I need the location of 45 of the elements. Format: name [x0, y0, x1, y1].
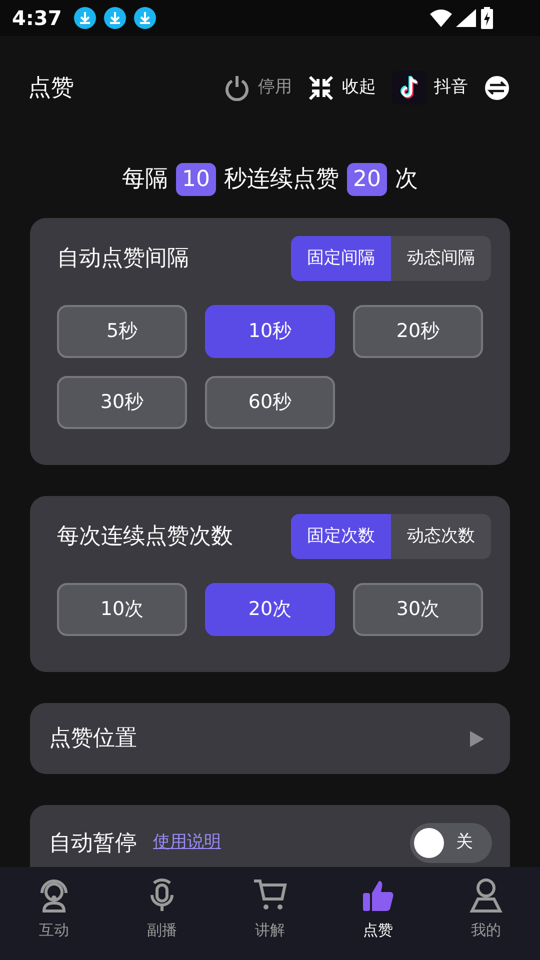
toggle-switch[interactable]: 关 [410, 823, 492, 863]
option-button[interactable]: 10次 [57, 583, 187, 636]
nav-tab[interactable]: 副播 [108, 867, 216, 960]
summary-text: 秒连续点赞 [224, 164, 339, 194]
option-button[interactable]: 20秒 [353, 305, 483, 358]
chevron-icon [470, 730, 484, 746]
download-icon [104, 7, 126, 29]
card-title: 每次连续点赞次数 [57, 523, 233, 551]
person-icon [468, 877, 504, 913]
nav-tab[interactable]: 讲解 [216, 867, 324, 960]
option-button[interactable]: 60秒 [205, 376, 335, 429]
nav-tab[interactable]: 点赞 [324, 867, 432, 960]
settings-card[interactable]: 点赞位置 [30, 703, 510, 774]
segment-tab[interactable]: 动态间隔 [391, 236, 491, 281]
battery-icon [480, 7, 494, 29]
header-action[interactable]: 收起 [308, 75, 376, 101]
option-button[interactable]: 30秒 [57, 376, 187, 429]
card-title: 点赞位置 [49, 725, 137, 753]
header-action[interactable]: 抖音 [392, 71, 468, 105]
nav-tab[interactable]: 我的 [432, 867, 540, 960]
nav-tab[interactable]: 互动 [0, 867, 108, 960]
card-title: 自动暂停 [49, 830, 137, 858]
segment-tab[interactable]: 固定间隔 [291, 236, 391, 281]
option-button[interactable]: 5秒 [57, 305, 187, 358]
power-icon [224, 75, 250, 101]
segment-tab[interactable]: 动态次数 [391, 514, 491, 559]
download-icon [74, 7, 96, 29]
summary-text: 次 [395, 164, 418, 194]
switch-icon[interactable] [484, 75, 510, 101]
help-link[interactable]: 使用说明 [153, 830, 221, 856]
status-time: 4:37 [12, 5, 62, 32]
option-button[interactable]: 20次 [205, 583, 335, 636]
signal-icon [456, 9, 476, 27]
collapse-icon [308, 75, 334, 101]
summary-value: 10 [176, 162, 216, 196]
segment-tab[interactable]: 固定次数 [291, 514, 391, 559]
option-button[interactable]: 30次 [353, 583, 483, 636]
music-note-icon [392, 71, 426, 105]
option-button[interactable]: 10秒 [205, 305, 335, 358]
download-icon [134, 7, 156, 29]
summary-text: 每隔 [122, 164, 168, 194]
card-title: 自动点赞间隔 [57, 245, 189, 273]
wifi-icon [430, 9, 452, 27]
summary-value: 20 [347, 162, 387, 196]
page-title: 点赞 [28, 74, 74, 103]
